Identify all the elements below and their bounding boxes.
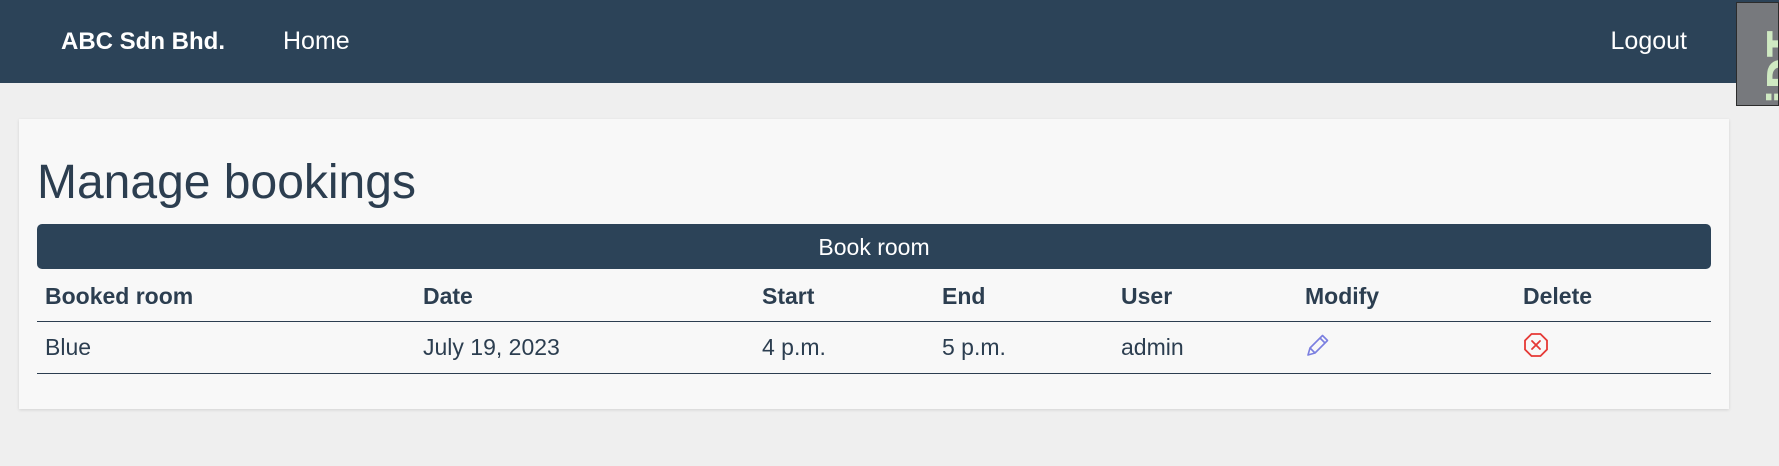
cell-start: 4 p.m. — [754, 321, 934, 374]
bookings-table: Booked room Date Start End User Modify D… — [37, 271, 1711, 374]
nav-logout-link[interactable]: Logout — [1611, 0, 1687, 83]
header-user: User — [1113, 271, 1297, 322]
cell-room: Blue — [37, 321, 415, 374]
modify-booking-button[interactable] — [1305, 332, 1331, 364]
bookings-card: Manage bookings Book room Booked room Da… — [19, 119, 1729, 409]
cell-delete — [1515, 321, 1711, 374]
debug-toolbar-label: DjDT — [1760, 29, 1779, 106]
header-start: Start — [754, 271, 934, 322]
brand-link[interactable]: ABC Sdn Bhd. — [61, 0, 225, 83]
circle-x-icon — [1524, 332, 1548, 357]
table-row: Blue July 19, 2023 4 p.m. 5 p.m. admin — [37, 321, 1711, 374]
page-title: Manage bookings — [37, 156, 416, 209]
cell-end: 5 p.m. — [934, 321, 1113, 374]
nav-home-link[interactable]: Home — [283, 0, 350, 83]
header-modify: Modify — [1297, 271, 1515, 322]
top-navbar: ABC Sdn Bhd. Home Logout — [0, 0, 1779, 83]
cell-user: admin — [1113, 321, 1297, 374]
book-room-button[interactable]: Book room — [37, 224, 1711, 269]
header-date: Date — [415, 271, 754, 322]
pencil-icon — [1307, 334, 1329, 356]
header-end: End — [934, 271, 1113, 322]
header-delete: Delete — [1515, 271, 1711, 322]
table-header-row: Booked room Date Start End User Modify D… — [37, 271, 1711, 322]
cell-modify — [1297, 321, 1515, 374]
debug-toolbar-handle[interactable]: DjDT — [1736, 2, 1779, 106]
delete-booking-button[interactable] — [1523, 332, 1549, 364]
cell-date: July 19, 2023 — [415, 321, 754, 374]
header-booked-room: Booked room — [37, 271, 415, 322]
